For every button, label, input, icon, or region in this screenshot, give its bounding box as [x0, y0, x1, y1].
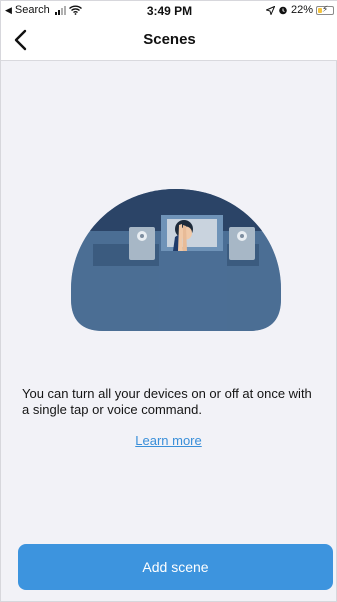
battery-icon: ⚡ [316, 3, 334, 15]
status-right: 22% ⚡ [265, 3, 334, 16]
scenes-description: You can turn all your devices on or off … [22, 386, 312, 417]
alarm-icon [279, 6, 287, 15]
charging-icon: ⚡ [321, 3, 329, 14]
learn-more-link[interactable]: Learn more [1, 433, 336, 448]
navigation-bar: Scenes [1, 19, 337, 61]
add-scene-button[interactable]: Add scene [18, 544, 333, 590]
location-icon [265, 5, 275, 15]
battery-percent: 22% [290, 4, 313, 16]
bedroom-scene-illustration [71, 189, 281, 331]
page-title: Scenes [143, 31, 196, 48]
status-bar: ◀ Search 3:49 PM 22% ⚡ [1, 1, 337, 19]
